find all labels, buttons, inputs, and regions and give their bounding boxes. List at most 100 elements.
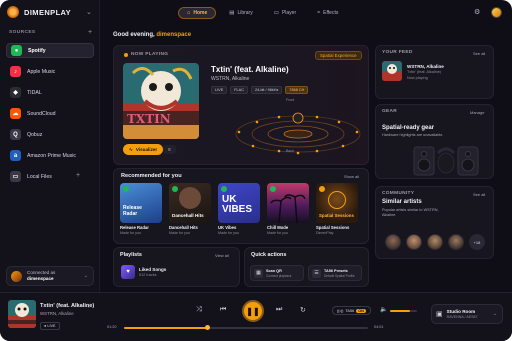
gear-name: Spatial-ready gear <box>382 125 435 131</box>
output-device-selector[interactable]: ▣ Studio Room RAVENNA / AES67 ⌄ <box>431 304 503 324</box>
rec-tile[interactable]: UK VIBES UK Vibes Made for you <box>218 183 260 238</box>
gear-card: GEAR Manage Spatial-ready gear Hardware … <box>375 104 494 179</box>
tile-name: Spatial Sessions <box>316 225 350 230</box>
live-dot-icon <box>124 52 128 57</box>
soundcloud-icon: ☁ <box>10 108 21 119</box>
profile-avatar[interactable] <box>491 7 502 18</box>
ta56-on-badge: ON <box>356 308 366 313</box>
tile-figure <box>179 187 201 209</box>
source-amazon-prime-music[interactable]: a Amazon Prime Music <box>6 148 94 163</box>
tile-sub: Made for you <box>218 231 239 235</box>
manage-link[interactable]: Manage <box>470 110 484 115</box>
tab-label: Library <box>237 10 253 16</box>
shuffle-icon[interactable]: ⤨ <box>196 306 202 314</box>
front-label: Front <box>286 98 295 102</box>
previous-icon[interactable]: ⏮ <box>220 306 226 314</box>
rec-tile[interactable]: Release Radar Release Radar Made for you <box>120 183 162 238</box>
add-source-icon[interactable]: + <box>88 29 92 36</box>
live-label: LIVE <box>47 324 56 328</box>
codec-pill: FLAC <box>230 86 248 94</box>
action-text: Scan QR Connect playback <box>266 269 291 278</box>
see-all-link[interactable]: See all <box>473 51 485 56</box>
qr-code-icon: ▦ <box>254 268 263 278</box>
collapse-sidebar-icon[interactable]: ⌄ <box>86 8 92 16</box>
playlists-card: Playlists View all ♥ Liked Songs 512 tra… <box>113 247 240 287</box>
connected-account[interactable]: Connected as dimenspace ⌄ <box>6 266 94 286</box>
settings-gear-icon[interactable]: ⚙ <box>474 8 480 16</box>
source-soundcloud[interactable]: ☁ SoundCloud <box>6 106 94 121</box>
folder-icon: ▭ <box>10 171 21 182</box>
rec-tile[interactable]: Spatial Sessions Spatial Sessions DimenP… <box>316 183 358 238</box>
ta56-toggle[interactable]: ((•)) TA56 ON <box>332 306 371 315</box>
artist-avatar[interactable] <box>427 234 443 250</box>
playlist-item[interactable]: ♥ Liked Songs 512 tracks <box>121 265 166 279</box>
tab-player[interactable]: ▭ Player <box>266 7 304 19</box>
source-spotify[interactable]: ● Spotify <box>6 43 94 58</box>
source-label: TIDAL <box>27 89 42 96</box>
player-icon: ▭ <box>273 10 279 16</box>
spotify-icon <box>172 186 178 192</box>
playlist-text: Liked Songs 512 tracks <box>139 267 166 277</box>
source-tidal[interactable]: ◆ TIDAL <box>6 85 94 100</box>
spatial-experience-badge[interactable]: Spatial Experience <box>315 51 362 60</box>
volume-icon[interactable]: 🔈 <box>380 306 387 313</box>
player-album-art <box>8 300 36 328</box>
progress-bar[interactable] <box>124 325 368 330</box>
action-text: TA56 Presets Default Spatial Profile <box>324 269 355 278</box>
artist-avatar[interactable] <box>406 234 422 250</box>
heart-icon[interactable]: ♡ <box>86 303 91 310</box>
community-title: COMMUNITY <box>382 191 415 196</box>
tab-library[interactable]: ▤ Library <box>221 7 261 19</box>
source-local-files[interactable]: ▭ Local Files <box>6 169 94 184</box>
similar-artists-title: Similar artists <box>382 199 422 205</box>
queue-button[interactable]: ≡ <box>163 145 176 154</box>
channels-pill: 7868 CH <box>285 86 309 94</box>
tab-label: Effects <box>323 10 339 16</box>
greeting: Good evening, dimenspace <box>113 32 191 38</box>
device-text: Studio Room RAVENNA / AES67 <box>447 309 478 319</box>
chevron-down-icon: ⌄ <box>83 273 88 279</box>
action-sub: Default Spatial Profile <box>324 273 355 278</box>
logo-icon <box>7 6 19 18</box>
home-icon: ⌂ <box>187 10 191 16</box>
spotify-icon <box>221 186 227 192</box>
amazon-music-icon: a <box>10 150 21 161</box>
pause-button[interactable]: ❚❚ <box>242 300 264 322</box>
repeat-icon[interactable]: ↻ <box>300 306 306 314</box>
feed-artist: WSTRN, Alkaline <box>407 64 444 69</box>
spatial-room-visual[interactable] <box>229 96 367 158</box>
add-local-files-icon[interactable]: + <box>76 172 80 179</box>
tab-home[interactable]: ⌂ Home <box>178 7 217 19</box>
quick-actions-title: Quick actions <box>251 252 287 258</box>
progress-fill <box>124 327 207 329</box>
progress-handle[interactable] <box>204 325 210 330</box>
tab-effects[interactable]: ≈ Effects <box>309 7 346 19</box>
see-all-link[interactable]: See all <box>473 192 485 197</box>
next-icon[interactable]: ⏭ <box>276 306 282 314</box>
tile-sub: DimenPlay <box>316 231 334 235</box>
effects-icon: ≈ <box>317 10 321 16</box>
volume-slider[interactable] <box>390 310 417 312</box>
feed-album-art <box>382 61 402 81</box>
presets-action[interactable]: ☰ TA56 Presets Default Spatial Profile <box>308 265 362 281</box>
app-name: DIMENPLAY <box>24 7 72 17</box>
visualizer-button[interactable]: ∿ Visualizer <box>123 144 164 155</box>
ta56-label: TA56 <box>345 308 355 313</box>
recommended-section: Recommended for you Show all Release Rad… <box>113 168 369 244</box>
tile-image <box>267 183 309 223</box>
tile-overlay: Release Radar <box>123 205 142 217</box>
source-qobuz[interactable]: Q Qobuz <box>6 127 94 142</box>
source-apple-music[interactable]: ♪ Apple Music <box>6 64 94 79</box>
artist-avatar[interactable] <box>385 234 401 250</box>
scan-qr-action[interactable]: ▦ Scan QR Connect playback <box>250 265 304 281</box>
artist-avatar[interactable] <box>448 234 464 250</box>
rec-tile[interactable]: Chill Mode Made for you <box>267 183 309 238</box>
more-artists-badge[interactable]: +18 <box>469 234 485 250</box>
rec-tile[interactable]: Dancehall Hits Dancehall Hits Made for y… <box>169 183 211 238</box>
quick-actions-card: Quick actions ▦ Scan QR Connect playback… <box>244 247 369 287</box>
view-all-link[interactable]: View all <box>215 253 229 258</box>
tile-name: Dancehall Hits <box>169 225 198 230</box>
track-artist: WSTRN, Alkaline <box>211 76 250 82</box>
tile-name: Chill Mode <box>267 225 289 230</box>
show-all-link[interactable]: Show all <box>344 174 359 179</box>
